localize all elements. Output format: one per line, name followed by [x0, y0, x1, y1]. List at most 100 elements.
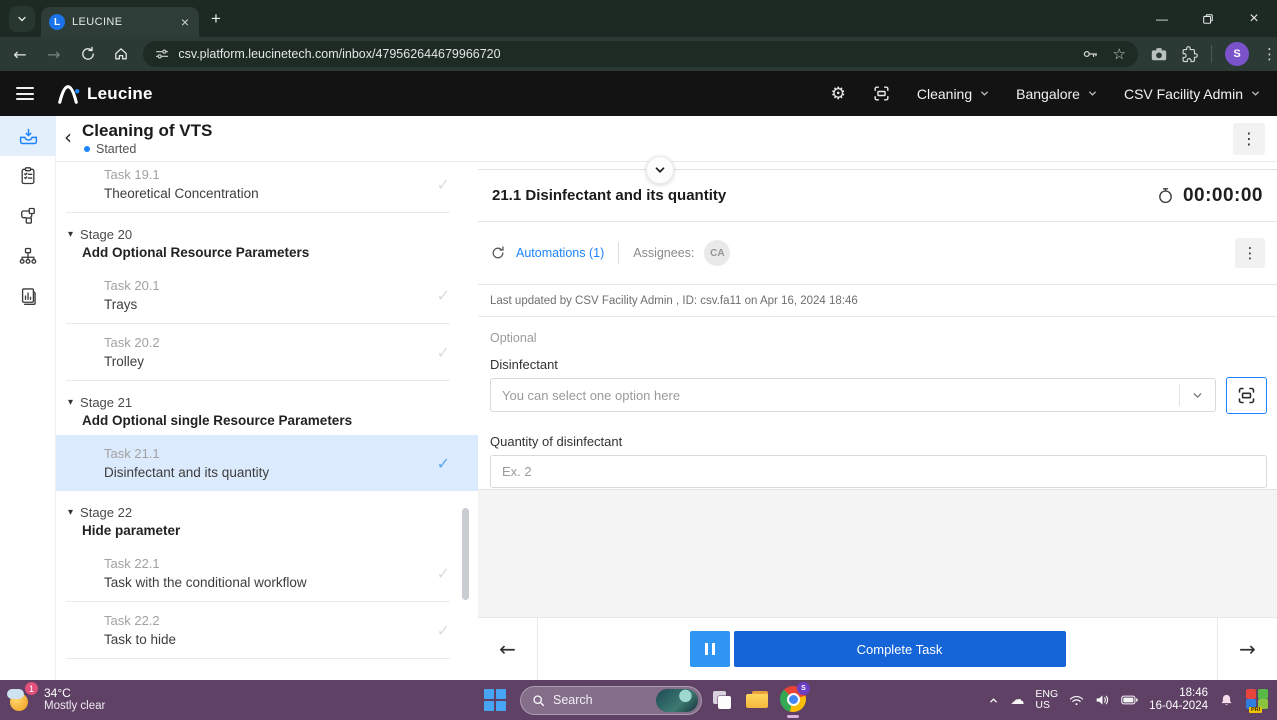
task-list-item[interactable]: Task 22.1 Task with the conditional work… [56, 545, 478, 601]
stage-collapse-icon[interactable]: ▾ [68, 507, 73, 518]
back-button[interactable]: ‹ [64, 125, 72, 149]
windows-taskbar: 1 34°C Mostly clear S [0, 680, 1277, 720]
next-task-button[interactable]: → [1217, 618, 1277, 680]
task-panel: 21.1 Disinfectant and its quantity 00:00… [478, 162, 1277, 680]
task-list-item[interactable]: Task 19.1 Theoretical Concentration ✓ [56, 162, 478, 212]
search-highlight-image[interactable] [656, 689, 698, 712]
bookmark-star-icon[interactable]: ☆ [1113, 45, 1126, 63]
chevron-down-icon [1250, 88, 1261, 99]
disinfectant-select[interactable]: You can select one option here [490, 378, 1216, 412]
clock-widget[interactable]: 18:46 16-04-2024 [1149, 687, 1208, 713]
task-header: 21.1 Disinfectant and its quantity 00:00… [478, 170, 1277, 222]
assignee-avatar[interactable]: CA [704, 240, 730, 266]
onedrive-cloud-icon[interactable]: ☁ [1010, 692, 1024, 708]
browser-tab-active[interactable]: L LEUCINE × [41, 7, 199, 37]
screenshot-camera-icon[interactable] [1150, 45, 1168, 63]
search-input[interactable] [553, 693, 656, 707]
window-controls: — × [1139, 0, 1277, 37]
notifications-bell-icon[interactable] [1219, 693, 1234, 708]
previous-task-button[interactable]: ← [478, 618, 538, 680]
complete-task-button[interactable]: Complete Task [734, 631, 1066, 667]
browser-back-button[interactable]: ← [6, 40, 34, 68]
search-icon [532, 694, 545, 707]
start-button[interactable] [478, 683, 512, 717]
pri-app-button[interactable]: PRI [1245, 688, 1269, 712]
taskbar-search[interactable] [520, 686, 702, 715]
tab-close-icon[interactable]: × [179, 15, 191, 29]
process-dropdown[interactable]: Cleaning [917, 86, 990, 102]
window-minimize-button[interactable]: — [1139, 0, 1185, 37]
scan-resource-button[interactable] [1226, 377, 1267, 414]
language-indicator[interactable]: ENG US [1035, 689, 1058, 711]
status-label: Started [96, 142, 136, 156]
weather-widget[interactable]: 1 34°C Mostly clear [6, 685, 105, 715]
task-list-item[interactable]: Task 22.2 Task to hide ✓ [56, 602, 478, 658]
chevron-down-icon [1191, 389, 1204, 402]
window-restore-button[interactable] [1185, 0, 1231, 37]
stage-header[interactable]: ▾ Stage 21 Add Optional single Resource … [56, 381, 478, 435]
sidebar-item-hierarchy[interactable] [0, 236, 56, 276]
task-list-item[interactable]: Task 20.2 Trolley ✓ [56, 324, 478, 380]
stage-header[interactable]: ▾ Stage 20 Add Optional Resource Paramet… [56, 213, 478, 267]
location-dropdown[interactable]: Bangalore [1016, 86, 1098, 102]
sidebar-item-inbox[interactable] [0, 116, 56, 156]
file-explorer-button[interactable] [744, 687, 770, 713]
last-updated-row: Last updated by CSV Facility Admin , ID:… [478, 285, 1277, 317]
battery-icon[interactable] [1121, 694, 1138, 706]
task-list-item-selected[interactable]: Task 21.1 Disinfectant and its quantity … [56, 435, 478, 491]
volume-icon[interactable] [1095, 693, 1110, 707]
task-id: Task 19.1 [104, 167, 437, 182]
stage-header[interactable]: ▾ Stage 22 Hide parameter [56, 491, 478, 545]
wifi-icon[interactable] [1069, 694, 1084, 707]
home-button[interactable] [108, 40, 136, 68]
browser-forward-button[interactable]: → [40, 40, 68, 68]
collapse-header-button[interactable] [646, 156, 674, 184]
sidebar-item-checklists[interactable] [0, 156, 56, 196]
leucine-logo-icon [56, 83, 80, 105]
pause-task-button[interactable] [690, 631, 730, 667]
quantity-input[interactable] [490, 455, 1267, 488]
task-menu-button[interactable]: ⋮ [1235, 238, 1265, 268]
job-menu-button[interactable]: ⋮ [1233, 123, 1265, 155]
task-complete-check-icon: ✓ [437, 175, 450, 194]
task-id: Task 21.1 [104, 446, 437, 461]
task-id: Task 20.2 [104, 335, 437, 350]
stage-collapse-icon[interactable]: ▾ [68, 229, 73, 240]
stage-name: Add Optional single Resource Parameters [82, 413, 450, 428]
browser-profile-avatar[interactable]: S [1225, 42, 1249, 66]
browser-menu-icon[interactable]: ⋮ [1262, 45, 1277, 63]
automations-link[interactable]: Automations (1) [516, 246, 604, 260]
stage-collapse-icon[interactable]: ▾ [68, 397, 73, 408]
task-view-button[interactable] [710, 687, 736, 713]
window-close-button[interactable]: × [1231, 0, 1277, 37]
chevron-down-icon [979, 88, 990, 99]
task-complete-check-icon: ✓ [437, 343, 450, 362]
tab-search-button[interactable] [9, 6, 35, 32]
tray-chevron-up-icon[interactable] [988, 695, 999, 706]
timer-value: 00:00:00 [1183, 185, 1263, 207]
chrome-taskbar-button[interactable]: S [778, 682, 808, 718]
new-tab-button[interactable]: + [211, 9, 221, 29]
password-key-icon[interactable] [1082, 46, 1098, 62]
scan-icon[interactable] [872, 84, 891, 103]
status-dot-icon [84, 146, 90, 152]
task-complete-check-icon: ✓ [437, 564, 450, 583]
task-list-item[interactable]: Task 20.1 Trays ✓ [56, 267, 478, 323]
role-dropdown[interactable]: CSV Facility Admin [1124, 86, 1261, 102]
settings-gear-icon[interactable]: ⚙ [831, 84, 846, 104]
clock-date: 16-04-2024 [1149, 700, 1208, 713]
task-list-scrollbar[interactable] [462, 508, 469, 600]
sidebar-item-workflows[interactable] [0, 196, 56, 236]
task-complete-check-icon: ✓ [437, 621, 450, 640]
task-id: Task 22.2 [104, 613, 437, 628]
select-chevron[interactable] [1179, 384, 1215, 406]
chevron-down-icon [653, 163, 667, 177]
url-bar[interactable]: csv.platform.leucinetech.com/inbox/47956… [143, 41, 1138, 67]
hamburger-menu-icon[interactable] [16, 87, 34, 100]
task-name: Trolley [104, 354, 437, 369]
toolbar-divider [1211, 45, 1212, 63]
sidebar-item-reports[interactable] [0, 276, 56, 316]
reload-button[interactable] [74, 40, 102, 68]
extensions-icon[interactable] [1181, 46, 1198, 63]
task-panel-top-strip [478, 162, 1277, 170]
